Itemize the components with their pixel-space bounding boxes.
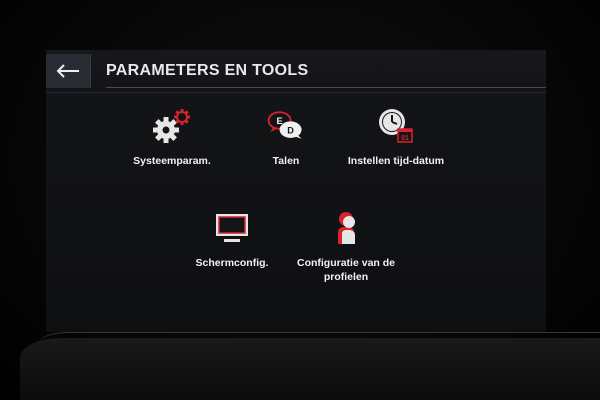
gears-icon xyxy=(150,106,194,146)
header-separator xyxy=(90,54,91,88)
language-letter-d: D xyxy=(287,125,294,135)
profile-icon xyxy=(324,208,368,248)
tile-label: Instellen tijd-datum xyxy=(347,155,445,167)
monitor-icon xyxy=(210,208,254,248)
infotainment-screen: PARAMETERS EN TOOLS Systeemparam. E D Ta… xyxy=(46,50,546,332)
tile-label: Systeemparam. xyxy=(133,155,211,167)
screen-bezel xyxy=(20,338,600,400)
tile-label: Talen xyxy=(272,155,300,167)
back-button[interactable] xyxy=(46,54,90,88)
language-letter-e: E xyxy=(277,116,283,126)
calendar-digits: 01 xyxy=(401,135,409,142)
tile-label: Configuratie van de profielen xyxy=(296,257,395,283)
page-title: PARAMETERS EN TOOLS xyxy=(106,62,309,79)
tile-languages[interactable]: E D Talen xyxy=(226,106,346,186)
clock-calendar-icon: 01 xyxy=(374,106,418,146)
screen-header: PARAMETERS EN TOOLS xyxy=(46,50,546,93)
back-arrow-icon xyxy=(56,64,79,78)
tile-profiles[interactable]: Configuratie van de profielen xyxy=(286,208,406,288)
tile-label: Schermconfig. xyxy=(195,257,269,269)
tile-time-date[interactable]: 01 Instellen tijd-datum xyxy=(336,106,456,186)
tile-system-settings[interactable]: Systeemparam. xyxy=(112,106,232,186)
language-bubbles-icon: E D xyxy=(264,106,308,146)
tile-screen-config[interactable]: Schermconfig. xyxy=(172,208,292,288)
header-divider xyxy=(106,87,546,88)
